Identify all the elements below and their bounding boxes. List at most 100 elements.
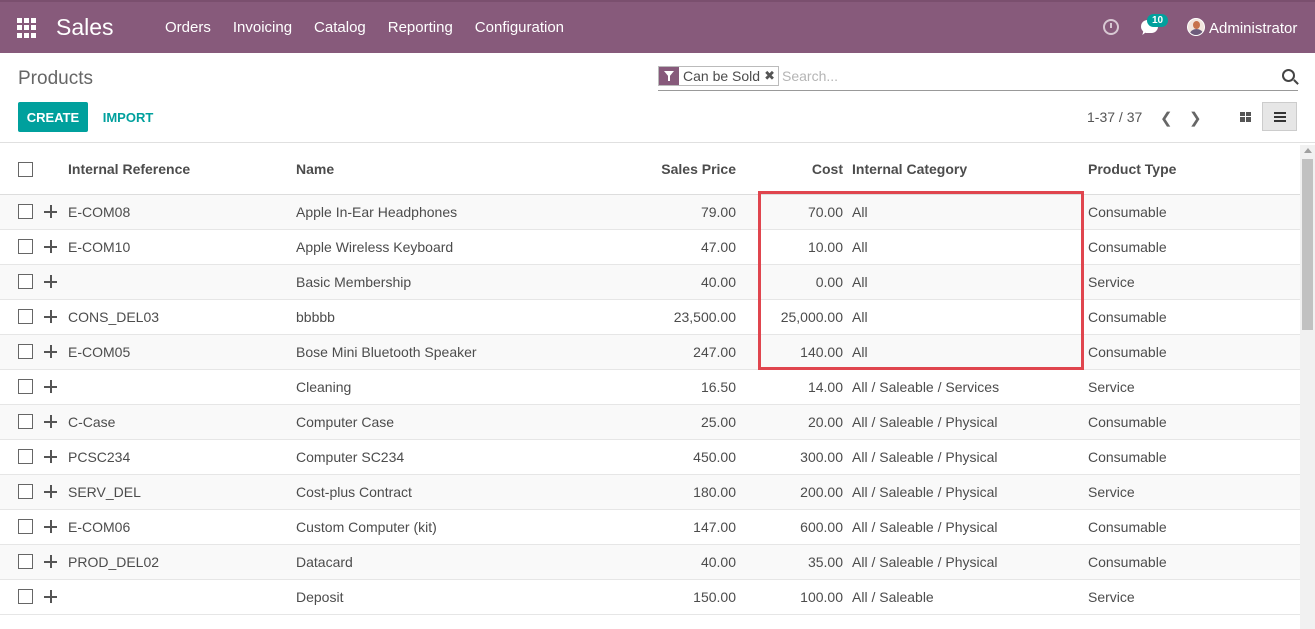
user-menu[interactable]: Administrator [1209, 20, 1297, 37]
table-row[interactable]: C-Case Computer Case 25.00 20.00 All / Salea… [0, 404, 1300, 440]
table-row[interactable]: CONS_DEL03 bbbbb 23,500.00 25,000.00 All Cons… [0, 299, 1300, 335]
cell-sales-price[interactable]: 16.50 [585, 369, 736, 405]
cell-internal-category[interactable]: All / Saleable / Physical [843, 474, 1088, 510]
row-checkbox-cell[interactable] [0, 264, 43, 300]
row-checkbox-cell[interactable] [0, 439, 43, 475]
cell-product-type[interactable]: Consumable [1088, 439, 1300, 475]
search-icon[interactable] [1282, 69, 1295, 82]
table-row[interactable]: PROD_DEL02 Datacard 40.00 35.00 All / Saleab… [0, 544, 1300, 580]
drag-handle-icon[interactable] [43, 519, 58, 534]
cell-sales-price[interactable]: 40.00 [585, 544, 736, 580]
cell-product-type[interactable]: Consumable [1088, 544, 1300, 580]
cell-product-type[interactable]: Service [1088, 579, 1300, 615]
row-checkbox[interactable] [18, 344, 33, 359]
cell-name[interactable]: Bose Mini Bluetooth Speaker [296, 334, 585, 370]
row-handle-cell[interactable] [43, 509, 68, 545]
row-checkbox-cell[interactable] [0, 579, 43, 615]
cell-product-type[interactable]: Consumable [1088, 194, 1300, 230]
cell-internal-reference[interactable]: E-COM10 [68, 229, 296, 265]
row-checkbox[interactable] [18, 239, 33, 254]
cell-internal-reference[interactable] [68, 264, 296, 300]
drag-handle-icon[interactable] [43, 379, 58, 394]
cell-internal-category[interactable]: All [843, 334, 1088, 370]
cell-sales-price[interactable]: 247.00 [585, 334, 736, 370]
table-row[interactable]: Cleaning 16.50 14.00 All / Saleable / Servi… [0, 369, 1300, 405]
cell-product-type[interactable]: Service [1088, 474, 1300, 510]
drag-handle-icon[interactable] [43, 204, 58, 219]
row-checkbox-cell[interactable] [0, 334, 43, 370]
drag-handle-icon[interactable] [43, 554, 58, 569]
cell-internal-category[interactable]: All / Saleable / Services [843, 369, 1088, 405]
cell-product-type[interactable]: Service [1088, 369, 1300, 405]
row-checkbox-cell[interactable] [0, 229, 43, 265]
cell-name[interactable]: Custom Computer (kit) [296, 509, 585, 545]
cell-internal-reference[interactable]: PCSC234 [68, 439, 296, 475]
column-header-sales-price[interactable]: Sales Price [585, 145, 736, 195]
table-row[interactable]: PCSC234 Computer SC234 450.00 300.00 All / S… [0, 439, 1300, 475]
cell-internal-reference[interactable]: C-Case [68, 404, 296, 440]
drag-handle-icon[interactable] [43, 239, 58, 254]
cell-internal-category[interactable]: All [843, 229, 1088, 265]
cell-cost[interactable]: 0.00 [736, 264, 843, 300]
cell-product-type[interactable]: Consumable [1088, 404, 1300, 440]
cell-cost[interactable]: 14.00 [736, 369, 843, 405]
row-handle-cell[interactable] [43, 439, 68, 475]
menu-invoicing[interactable]: Invoicing [233, 19, 292, 36]
page-title[interactable]: Products [18, 68, 93, 90]
row-checkbox[interactable] [18, 484, 33, 499]
cell-cost[interactable]: 20.00 [736, 404, 843, 440]
menu-configuration[interactable]: Configuration [475, 19, 564, 36]
cell-name[interactable]: Datacard [296, 544, 585, 580]
cell-product-type[interactable]: Consumable [1088, 334, 1300, 370]
row-checkbox[interactable] [18, 414, 33, 429]
row-checkbox-cell[interactable] [0, 299, 43, 335]
row-checkbox[interactable] [18, 274, 33, 289]
scroll-up-arrow-icon[interactable] [1304, 148, 1312, 153]
column-header-internal-category[interactable]: Internal Category [843, 145, 1088, 195]
cell-internal-reference[interactable] [68, 579, 296, 615]
row-handle-cell[interactable] [43, 474, 68, 510]
cell-internal-category[interactable]: All / Saleable [843, 579, 1088, 615]
cell-cost[interactable]: 140.00 [736, 334, 843, 370]
drag-handle-icon[interactable] [43, 309, 58, 324]
row-handle-cell[interactable] [43, 264, 68, 300]
column-header-product-type[interactable]: Product Type [1088, 145, 1300, 195]
table-row[interactable]: SERV_DEL Cost-plus Contract 180.00 200.00 Al… [0, 474, 1300, 510]
app-name[interactable]: Sales [56, 14, 114, 41]
cell-internal-reference[interactable]: E-COM06 [68, 509, 296, 545]
cell-name[interactable]: Apple Wireless Keyboard [296, 229, 585, 265]
row-handle-cell[interactable] [43, 194, 68, 230]
table-row[interactable]: E-COM10 Apple Wireless Keyboard 47.00 10.00… [0, 229, 1300, 265]
drag-handle-icon[interactable] [43, 274, 58, 289]
vertical-scrollbar[interactable] [1300, 145, 1315, 629]
row-handle-cell[interactable] [43, 544, 68, 580]
import-button[interactable]: IMPORT [94, 102, 162, 132]
select-all-checkbox[interactable] [18, 161, 33, 177]
drag-handle-icon[interactable] [43, 414, 58, 429]
cell-name[interactable]: Apple In-Ear Headphones [296, 194, 585, 230]
kanban-view-button[interactable] [1230, 102, 1261, 131]
row-checkbox[interactable] [18, 554, 33, 569]
create-button[interactable]: CREATE [18, 102, 88, 132]
row-handle-cell[interactable] [43, 229, 68, 265]
pager-previous-icon[interactable]: ❮ [1160, 109, 1173, 127]
cell-name[interactable]: Basic Membership [296, 264, 585, 300]
cell-product-type[interactable]: Service [1088, 264, 1300, 300]
row-checkbox[interactable] [18, 379, 33, 394]
cell-internal-category[interactable]: All [843, 194, 1088, 230]
cell-cost[interactable]: 25,000.00 [736, 299, 843, 335]
cell-name[interactable]: Cost-plus Contract [296, 474, 585, 510]
cell-sales-price[interactable]: 47.00 [585, 229, 736, 265]
cell-name[interactable]: Cleaning [296, 369, 585, 405]
drag-handle-icon[interactable] [43, 484, 58, 499]
drag-handle-icon[interactable] [43, 589, 58, 604]
cell-internal-reference[interactable]: CONS_DEL03 [68, 299, 296, 335]
cell-sales-price[interactable]: 180.00 [585, 474, 736, 510]
apps-grid-icon[interactable] [17, 18, 37, 38]
scroll-thumb[interactable] [1302, 159, 1313, 330]
cell-internal-category[interactable]: All / Saleable / Physical [843, 439, 1088, 475]
row-checkbox[interactable] [18, 204, 33, 219]
cell-cost[interactable]: 70.00 [736, 194, 843, 230]
cell-internal-category[interactable]: All / Saleable / Physical [843, 404, 1088, 440]
cell-product-type[interactable]: Consumable [1088, 229, 1300, 265]
